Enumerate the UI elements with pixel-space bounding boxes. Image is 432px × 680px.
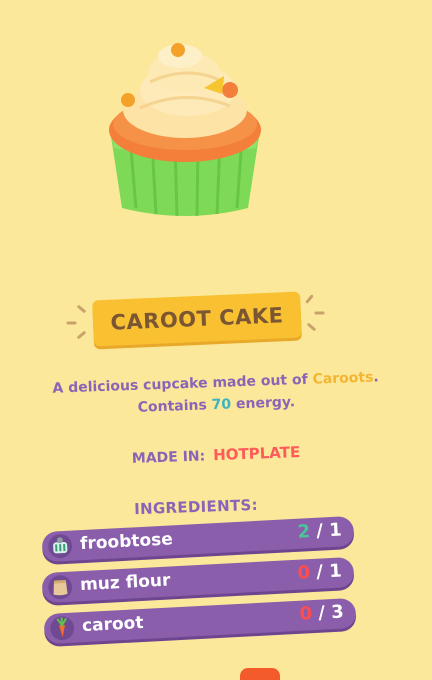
ingredient-name: froobtose [79, 529, 174, 555]
caroot-cake-image [109, 43, 261, 217]
ingredient-count: 0 / 3 [299, 601, 344, 624]
ingredient-name: caroot [81, 612, 144, 637]
item-description: A delicious cupcake made out of Caroots.… [19, 365, 412, 423]
description-highlight: Caroots [312, 369, 374, 388]
energy-prefix: Contains [137, 397, 212, 416]
ingredient-need: / 1 [315, 519, 343, 542]
ingredient-row-muz-flour: muz flour 0 / 1 [41, 556, 355, 604]
ingredient-have: 0 [297, 562, 311, 584]
ingredient-count: 0 / 1 [297, 560, 342, 583]
ingredient-row-froobtose: froobtose 2 / 1 [41, 515, 355, 563]
ingredient-need: / 3 [317, 601, 345, 624]
caroot-icon [50, 616, 75, 641]
froobtose-icon [48, 534, 73, 559]
title-banner-plate: CAROOT CAKE [92, 291, 302, 347]
ingredient-name: muz flour [79, 570, 171, 596]
flour-bag-icon [48, 575, 73, 600]
ingredient-have: 2 [297, 521, 311, 543]
item-title-banner: CAROOT CAKE [66, 290, 326, 348]
ingredient-count: 2 / 1 [297, 519, 342, 542]
ingredient-need: / 1 [315, 560, 343, 583]
item-title: CAROOT CAKE [110, 303, 284, 335]
craft-button-edge[interactable] [240, 668, 280, 680]
made-in-value: HOTPLATE [212, 443, 301, 465]
energy-suffix: energy. [230, 394, 296, 413]
made-in-label: MADE IN: [131, 448, 206, 467]
energy-value: 70 [211, 396, 232, 414]
ingredient-row-caroot: caroot 0 / 3 [43, 597, 357, 645]
ingredient-have: 0 [299, 603, 313, 625]
made-in-line: MADE IN: HOTPLATE [0, 438, 432, 471]
description-suffix: . [373, 369, 380, 386]
